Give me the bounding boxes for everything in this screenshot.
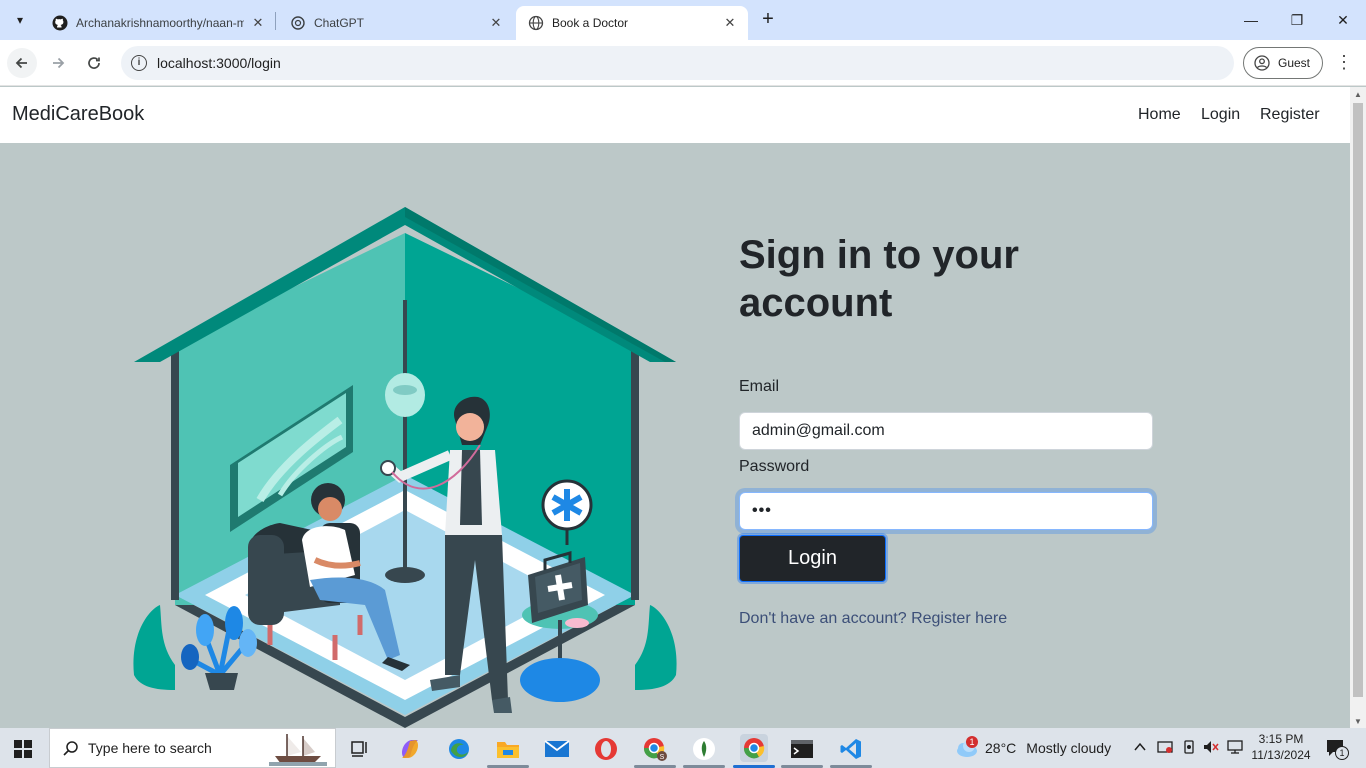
minimize-icon[interactable]: — bbox=[1228, 8, 1274, 32]
tab-separator bbox=[275, 12, 276, 30]
site-info-icon[interactable]: i bbox=[131, 55, 147, 71]
nav-home-link[interactable]: Home bbox=[1138, 106, 1181, 124]
mongodb-compass-icon[interactable] bbox=[691, 736, 717, 762]
search-placeholder: Type here to search bbox=[88, 740, 212, 756]
password-field[interactable] bbox=[739, 492, 1153, 530]
globe-icon bbox=[528, 15, 544, 31]
weather-description: Mostly cloudy bbox=[1026, 740, 1112, 756]
copilot-icon[interactable] bbox=[397, 736, 423, 762]
tray-device-icon[interactable] bbox=[1182, 740, 1196, 757]
windows-start-icon[interactable] bbox=[14, 740, 32, 758]
clock-time: 3:15 PM bbox=[1258, 732, 1304, 746]
weather-widget[interactable]: 1 28°C Mostly cloudy bbox=[953, 728, 1111, 768]
scroll-up-arrow-icon[interactable]: ▲ bbox=[1353, 90, 1363, 99]
browser-tab-strip: ▾ Archanakrishnamoorthy/naan-m ✕ ChatGPT… bbox=[0, 0, 1366, 40]
tab-close-icon[interactable]: ✕ bbox=[722, 15, 738, 31]
address-bar[interactable]: i localhost:3000/login bbox=[121, 46, 1234, 80]
svg-text:S: S bbox=[660, 754, 665, 761]
notification-center-icon[interactable]: 1 bbox=[1325, 738, 1349, 761]
restore-icon[interactable]: ❐ bbox=[1274, 8, 1320, 32]
login-button[interactable]: Login bbox=[739, 535, 886, 582]
taskbar-search-box[interactable]: Type here to search bbox=[49, 728, 336, 768]
file-explorer-icon[interactable] bbox=[495, 736, 521, 762]
tab-title: Book a Doctor bbox=[552, 16, 629, 30]
url-text: localhost:3000/login bbox=[157, 55, 281, 71]
chatgpt-icon bbox=[290, 15, 306, 31]
weather-temperature: 28°C bbox=[985, 740, 1017, 756]
scrollbar-thumb[interactable] bbox=[1353, 103, 1363, 697]
email-field[interactable] bbox=[739, 412, 1153, 450]
search-icon bbox=[63, 741, 78, 756]
doctor-visit-illustration bbox=[133, 207, 677, 728]
tab-github[interactable]: Archanakrishnamoorthy/naan-m ✕ bbox=[40, 6, 276, 40]
tab-close-icon[interactable]: ✕ bbox=[488, 15, 504, 31]
site-navbar: MediCareBook Home Login Register bbox=[0, 87, 1350, 143]
weather-alert-badge: 1 bbox=[966, 736, 978, 748]
scroll-down-arrow-icon[interactable]: ▼ bbox=[1353, 717, 1363, 726]
windows-taskbar: Type here to search S 1 28°C Mostly clou… bbox=[0, 728, 1366, 768]
profile-label: Guest bbox=[1278, 56, 1311, 70]
tab-close-icon[interactable]: ✕ bbox=[250, 15, 266, 31]
opera-browser-icon[interactable] bbox=[593, 736, 619, 762]
chrome-profile-icon[interactable]: S bbox=[642, 736, 668, 762]
notification-count-badge: 1 bbox=[1335, 746, 1349, 760]
page-viewport: MediCareBook Home Login Register Sign in… bbox=[0, 87, 1350, 728]
new-tab-plus-icon[interactable]: + bbox=[756, 8, 780, 32]
brand-logo[interactable]: MediCareBook bbox=[12, 103, 144, 126]
tab-book-a-doctor[interactable]: Book a Doctor ✕ bbox=[516, 6, 748, 40]
tray-network-disabled-icon[interactable] bbox=[1157, 740, 1173, 757]
nav-login-link[interactable]: Login bbox=[1201, 106, 1240, 124]
tab-title: ChatGPT bbox=[314, 16, 365, 30]
tab-search-chevron-icon[interactable]: ▾ bbox=[6, 7, 34, 33]
terminal-icon[interactable] bbox=[789, 736, 815, 762]
back-arrow-icon[interactable] bbox=[7, 48, 37, 78]
email-label: Email bbox=[739, 378, 780, 395]
menu-kebab-icon[interactable]: ⋮ bbox=[1334, 50, 1354, 76]
password-label: Password bbox=[739, 458, 810, 475]
close-window-icon[interactable]: ✕ bbox=[1320, 8, 1366, 32]
page-scrollbar[interactable]: ▲ ▼ bbox=[1350, 87, 1366, 728]
profile-button[interactable]: Guest bbox=[1243, 47, 1323, 79]
tray-chevron-up-icon[interactable] bbox=[1133, 740, 1147, 757]
tab-title: Archanakrishnamoorthy/naan-m bbox=[76, 16, 244, 30]
nav-register-link[interactable]: Register bbox=[1260, 106, 1320, 124]
mail-icon[interactable] bbox=[544, 736, 570, 762]
profile-icon bbox=[1254, 55, 1270, 71]
tab-chatgpt[interactable]: ChatGPT ✕ bbox=[278, 6, 514, 40]
vscode-icon[interactable] bbox=[838, 736, 864, 762]
page-title: Sign in to your account bbox=[739, 233, 1019, 325]
chrome-browser-icon[interactable] bbox=[740, 734, 768, 762]
pirate-ship-search-art-icon bbox=[269, 734, 327, 766]
browser-toolbar: i localhost:3000/login Guest ⋮ bbox=[0, 40, 1366, 86]
forward-arrow-icon[interactable] bbox=[43, 48, 73, 78]
task-view-icon[interactable] bbox=[348, 736, 374, 762]
github-icon bbox=[52, 15, 68, 31]
reload-icon[interactable] bbox=[79, 48, 109, 78]
tray-volume-muted-icon[interactable] bbox=[1203, 740, 1219, 757]
edge-browser-icon[interactable] bbox=[446, 736, 472, 762]
clock-date: 11/13/2024 bbox=[1251, 748, 1311, 762]
tray-ethernet-icon[interactable] bbox=[1227, 740, 1243, 757]
register-link[interactable]: Don't have an account? Register here bbox=[739, 610, 1007, 628]
taskbar-clock[interactable]: 3:15 PM 11/13/2024 bbox=[1248, 731, 1314, 763]
